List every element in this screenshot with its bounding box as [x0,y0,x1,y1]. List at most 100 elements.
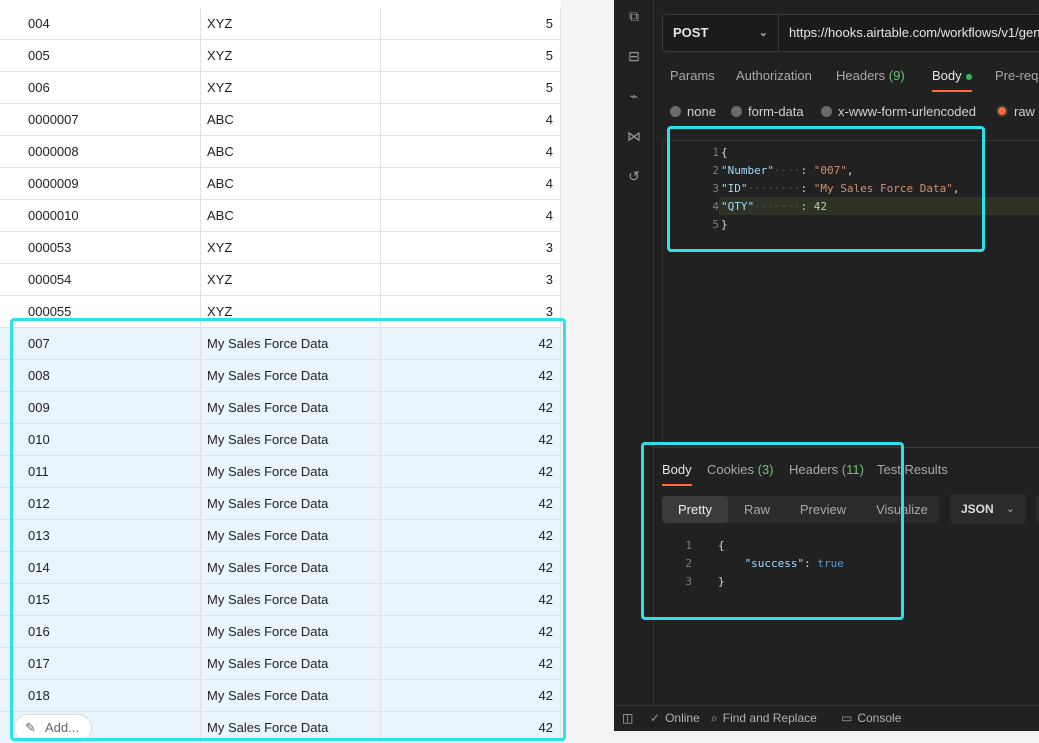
table-row[interactable]: 014 My Sales Force Data 42 [0,552,561,584]
cell-id[interactable]: My Sales Force Data [201,680,381,712]
method-select[interactable]: POST ⌄ [663,15,779,51]
table-row[interactable]: 016 My Sales Force Data 42 [0,616,561,648]
cell-qty[interactable]: 42 [381,712,561,743]
table-row[interactable]: 017 My Sales Force Data 42 [0,648,561,680]
cell-qty[interactable]: 42 [381,552,561,584]
cell-number[interactable]: 005 [0,40,201,72]
cell-qty[interactable]: 42 [381,328,561,360]
cell-id[interactable]: My Sales Force Data [201,584,381,616]
cell-qty[interactable]: 42 [381,520,561,552]
view-visualize[interactable]: Visualize [866,496,938,523]
cell-number[interactable]: 009 [0,392,201,424]
cell-number[interactable]: 010 [0,424,201,456]
tab-prerequest[interactable]: Pre-req [995,68,1038,83]
tab-params[interactable]: Params [670,68,715,83]
cell-id[interactable]: XYZ [201,40,381,72]
url-input[interactable]: https://hooks.airtable.com/workflows/v1/… [789,15,1039,51]
cell-number[interactable]: 0000009 [0,168,201,200]
table-row[interactable]: 006 XYZ 5 [0,72,561,104]
tab-authorization[interactable]: Authorization [736,68,812,83]
table-row[interactable]: 007 My Sales Force Data 42 [0,328,561,360]
cell-id[interactable]: XYZ [201,296,381,328]
cell-qty[interactable]: 42 [381,584,561,616]
tab-headers[interactable]: Headers (9) [836,68,905,83]
cell-number[interactable]: 014 [0,552,201,584]
cell-qty[interactable]: 4 [381,136,561,168]
table-row[interactable]: 0000008 ABC 4 [0,136,561,168]
cell-id[interactable]: My Sales Force Data [201,328,381,360]
cell-number[interactable]: 013 [0,520,201,552]
cell-qty[interactable]: 3 [381,296,561,328]
table-row[interactable]: 012 My Sales Force Data 42 [0,488,561,520]
cell-id[interactable]: My Sales Force Data [201,360,381,392]
tab-body[interactable]: Body [932,68,972,83]
cell-id[interactable]: My Sales Force Data [201,712,381,743]
cell-number[interactable]: 008 [0,360,201,392]
console-button[interactable]: ▭ Console [841,706,901,731]
cell-number[interactable]: 017 [0,648,201,680]
cell-qty[interactable]: 42 [381,616,561,648]
cell-qty[interactable]: 42 [381,424,561,456]
history-icon[interactable]: ↺ [626,168,642,184]
cell-qty[interactable]: 5 [381,72,561,104]
cell-qty[interactable]: 42 [381,456,561,488]
table-row[interactable]: 015 My Sales Force Data 42 [0,584,561,616]
table-row[interactable]: 018 My Sales Force Data 42 [0,680,561,712]
cell-number[interactable]: 018 [0,680,201,712]
table-row[interactable]: 008 My Sales Force Data 42 [0,360,561,392]
table-row[interactable]: 0000009 ABC 4 [0,168,561,200]
radio-raw[interactable]: raw [996,104,1035,119]
table-row[interactable]: 004 XYZ 5 [0,8,561,40]
cell-id[interactable]: My Sales Force Data [201,520,381,552]
cell-id[interactable]: My Sales Force Data [201,616,381,648]
cell-id[interactable]: My Sales Force Data [201,488,381,520]
cell-id[interactable]: My Sales Force Data [201,424,381,456]
cell-id[interactable]: ABC [201,168,381,200]
cell-qty[interactable]: 4 [381,168,561,200]
cell-qty[interactable]: 42 [381,392,561,424]
view-raw[interactable]: Raw [732,496,782,523]
cell-id[interactable]: XYZ [201,232,381,264]
cell-number[interactable]: 006 [0,72,201,104]
table-row[interactable]: 0000010 ABC 4 [0,200,561,232]
cell-number[interactable]: 000053 [0,232,201,264]
table-row[interactable]: 000054 XYZ 3 [0,264,561,296]
find-replace-button[interactable]: ⌕ Find and Replace [711,706,817,731]
cell-number[interactable]: 0000008 [0,136,201,168]
flows-icon[interactable]: ⋈ [626,128,642,144]
cell-id[interactable]: My Sales Force Data [201,648,381,680]
cell-qty[interactable]: 3 [381,264,561,296]
cell-qty[interactable]: 3 [381,232,561,264]
sidebar-toggle-icon[interactable]: ◫ [622,706,633,731]
cell-qty[interactable]: 42 [381,648,561,680]
cell-id[interactable]: ABC [201,200,381,232]
cell-qty[interactable]: 42 [381,360,561,392]
cell-number[interactable]: 011 [0,456,201,488]
response-tab-body[interactable]: Body [662,462,692,477]
request-body-editor[interactable]: 1 2 3 4 5 { "Number"····: "007", "ID"···… [662,140,1039,446]
environments-icon[interactable]: ⊟ [626,48,642,64]
cell-number[interactable]: 004 [0,8,201,40]
table-row[interactable]: 0000007 ABC 4 [0,104,561,136]
table-row[interactable]: 000055 XYZ 3 [0,296,561,328]
cell-qty[interactable]: 42 [381,488,561,520]
monitors-icon[interactable]: ⌁ [626,88,642,104]
cell-id[interactable]: ABC [201,136,381,168]
cell-qty[interactable]: 5 [381,40,561,72]
cell-id[interactable]: My Sales Force Data [201,552,381,584]
cell-number[interactable]: 016 [0,616,201,648]
add-record-button[interactable]: ✎ Add... [14,714,92,742]
online-status[interactable]: ✓ Online [650,706,700,731]
table-row[interactable]: 011 My Sales Force Data 42 [0,456,561,488]
view-pretty[interactable]: Pretty [662,496,728,523]
cell-qty[interactable]: 4 [381,104,561,136]
radio-urlencoded[interactable]: x-www-form-urlencoded [821,104,976,119]
cell-qty[interactable]: 42 [381,680,561,712]
table-row[interactable]: 005 XYZ 5 [0,40,561,72]
cell-id[interactable]: My Sales Force Data [201,392,381,424]
radio-form-data[interactable]: form-data [731,104,804,119]
cell-qty[interactable]: 4 [381,200,561,232]
view-preview[interactable]: Preview [788,496,858,523]
cell-id[interactable]: XYZ [201,72,381,104]
cell-qty[interactable]: 5 [381,8,561,40]
